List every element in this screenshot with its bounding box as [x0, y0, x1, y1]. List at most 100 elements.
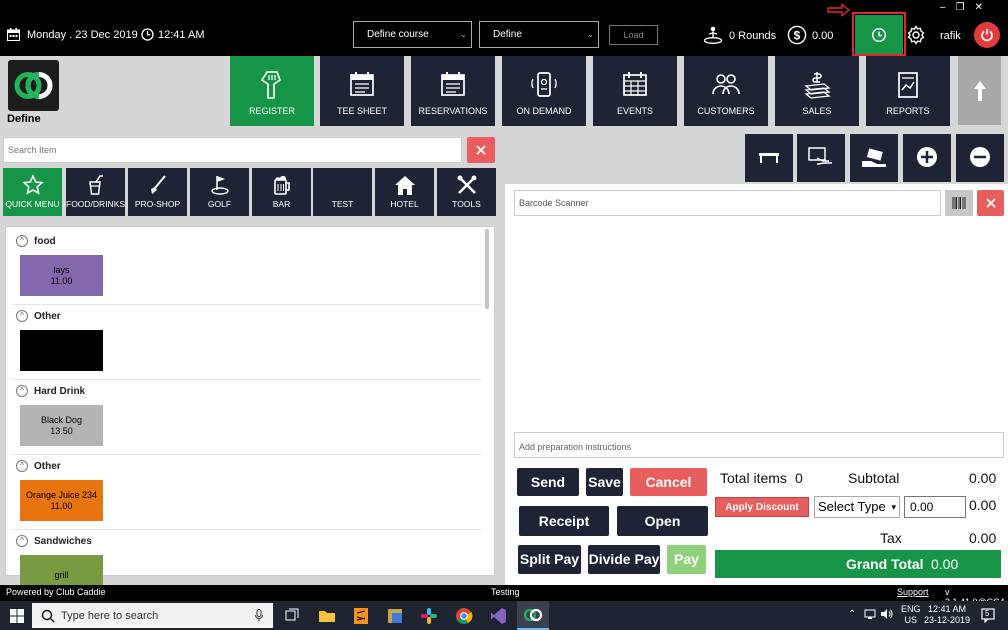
scroll-up-button[interactable]: [958, 56, 1001, 125]
region-code: US: [904, 615, 918, 625]
cancel-button[interactable]: Cancel: [630, 468, 707, 496]
task-view-icon[interactable]: [281, 605, 303, 627]
menu-item-tile[interactable]: lays 11.00: [20, 255, 103, 296]
slack-icon[interactable]: [418, 605, 440, 627]
category-pro-shop[interactable]: PRO-SHOP: [128, 168, 187, 216]
collapse-icon[interactable]: ^: [16, 535, 28, 547]
collapse-icon[interactable]: ^: [16, 310, 28, 322]
network-icon[interactable]: [864, 608, 876, 620]
house-icon: [375, 174, 434, 196]
clear-search-button[interactable]: [467, 137, 495, 163]
report-icon: [866, 70, 950, 100]
category-test[interactable]: TEST: [313, 168, 372, 216]
category-quick-menu[interactable]: QUICK MENU: [3, 168, 62, 216]
search-item-input[interactable]: Search Item: [3, 137, 462, 163]
clock-in-button[interactable]: [855, 15, 903, 54]
group-divider: [12, 379, 482, 380]
nav-register[interactable]: REGISTER: [230, 56, 314, 126]
drink-icon: [66, 174, 125, 196]
volume-icon[interactable]: [880, 608, 893, 620]
database-tool-icon[interactable]: [384, 605, 406, 627]
pay-button[interactable]: Pay: [667, 545, 706, 574]
close-icon: [985, 198, 996, 208]
minimize-icon[interactable]: –: [940, 2, 956, 13]
nav-on-demand[interactable]: ON DEMAND: [502, 56, 586, 126]
barcode-scanner-icon: [230, 70, 314, 100]
brand-name: Define: [7, 113, 41, 125]
item-group: ^ Other Orange Juice 234 11.00: [6, 458, 482, 533]
item-list[interactable]: ^ food lays 11.00 ^ Other ^ Hard Drink Black Dog…: [5, 226, 495, 596]
total-items-value: 0: [795, 470, 803, 486]
scrollbar[interactable]: [485, 229, 489, 309]
collapse-icon[interactable]: ^: [16, 235, 28, 247]
golf-club-icon: [128, 174, 187, 196]
power-button[interactable]: [974, 22, 1000, 48]
clear-barcode-button[interactable]: [977, 190, 1004, 216]
arrow-right-icon: [827, 3, 851, 17]
category-bar[interactable]: BAR: [252, 168, 311, 216]
clubcaddie-taskbar-icon[interactable]: [517, 601, 549, 630]
table-button[interactable]: [745, 134, 793, 182]
send-button[interactable]: Send: [517, 468, 579, 496]
sublime-text-icon[interactable]: [350, 605, 372, 627]
menu-item-tile[interactable]: Orange Juice 234 11.00: [20, 480, 103, 521]
cash-hand-icon: [862, 148, 886, 167]
open-button[interactable]: Open: [617, 506, 708, 536]
file-explorer-icon[interactable]: [316, 605, 338, 627]
gear-icon[interactable]: [906, 25, 926, 45]
menu-item-tile[interactable]: [20, 330, 103, 371]
language-indicator[interactable]: ENG US: [901, 604, 921, 626]
split-pay-button[interactable]: Split Pay: [518, 545, 581, 574]
nav-sales[interactable]: SALES: [775, 56, 859, 126]
add-button[interactable]: [903, 134, 951, 182]
preparation-instructions-input[interactable]: Add preparation instructions: [514, 432, 1004, 458]
nav-tee-sheet[interactable]: TEE SHEET: [320, 56, 404, 126]
chrome-icon[interactable]: [453, 605, 475, 627]
nav-events[interactable]: EVENTS: [593, 56, 677, 126]
nav-label: EVENTS: [616, 106, 653, 116]
receipt-button[interactable]: Receipt: [519, 506, 609, 536]
category-tools[interactable]: TOOLS: [437, 168, 496, 216]
menu-item-tile[interactable]: Black Dog 13.50: [20, 405, 103, 446]
nav-reports[interactable]: REPORTS: [866, 56, 950, 126]
menu-item-price: 13.50: [50, 425, 73, 436]
prep-placeholder: Add preparation instructions: [519, 442, 632, 452]
group-title: food: [34, 236, 56, 247]
collapse-icon[interactable]: ^: [16, 385, 28, 397]
save-button[interactable]: Save: [586, 468, 623, 496]
hand-card-button[interactable]: [797, 134, 845, 182]
restore-icon[interactable]: ❐: [956, 2, 975, 13]
windows-start-icon[interactable]: [10, 609, 24, 623]
collapse-icon[interactable]: ^: [16, 460, 28, 472]
notification-icon[interactable]: 5: [980, 607, 996, 623]
nav-customers[interactable]: CUSTOMERS: [684, 56, 768, 126]
visual-studio-icon[interactable]: [487, 605, 509, 627]
divide-pay-button[interactable]: Divide Pay: [588, 545, 660, 574]
barcode-scanner-input[interactable]: Barcode Scanner: [514, 190, 941, 216]
load-button[interactable]: Load: [609, 25, 658, 45]
category-label: HOTEL: [390, 199, 419, 209]
discount-type-select[interactable]: Select Type ▾: [814, 496, 900, 518]
course-select[interactable]: Define course ⌄: [353, 21, 472, 48]
nav-label: REGISTER: [248, 106, 295, 116]
nav-reservations[interactable]: RESERVATIONS: [411, 56, 495, 126]
taskbar-clock[interactable]: 12:41 AM 23-12-2019: [922, 604, 972, 626]
support-link[interactable]: Support: [897, 587, 929, 597]
category-food-drinks[interactable]: FOOD/DRINKS: [66, 168, 125, 216]
remove-button[interactable]: [956, 134, 1004, 182]
chevron-up-icon[interactable]: ⌃: [848, 609, 856, 620]
taskbar-search[interactable]: Type here to search: [32, 603, 273, 628]
window-controls[interactable]: –❐✕: [940, 2, 993, 13]
nav-label: TEE SHEET: [336, 106, 387, 116]
microphone-icon: [255, 609, 263, 622]
define-select[interactable]: Define ⌄: [479, 21, 599, 48]
cash-hand-button[interactable]: [850, 134, 898, 182]
dollar-icon: $: [787, 25, 807, 45]
close-icon[interactable]: ✕: [975, 2, 993, 13]
discount-value-input[interactable]: 0.00: [904, 496, 966, 518]
category-hotel[interactable]: HOTEL: [375, 168, 434, 216]
barcode-button[interactable]: [945, 190, 973, 216]
power-icon: [981, 29, 993, 42]
category-golf[interactable]: GOLF: [190, 168, 249, 216]
apply-discount-button[interactable]: Apply Discount: [715, 497, 809, 517]
